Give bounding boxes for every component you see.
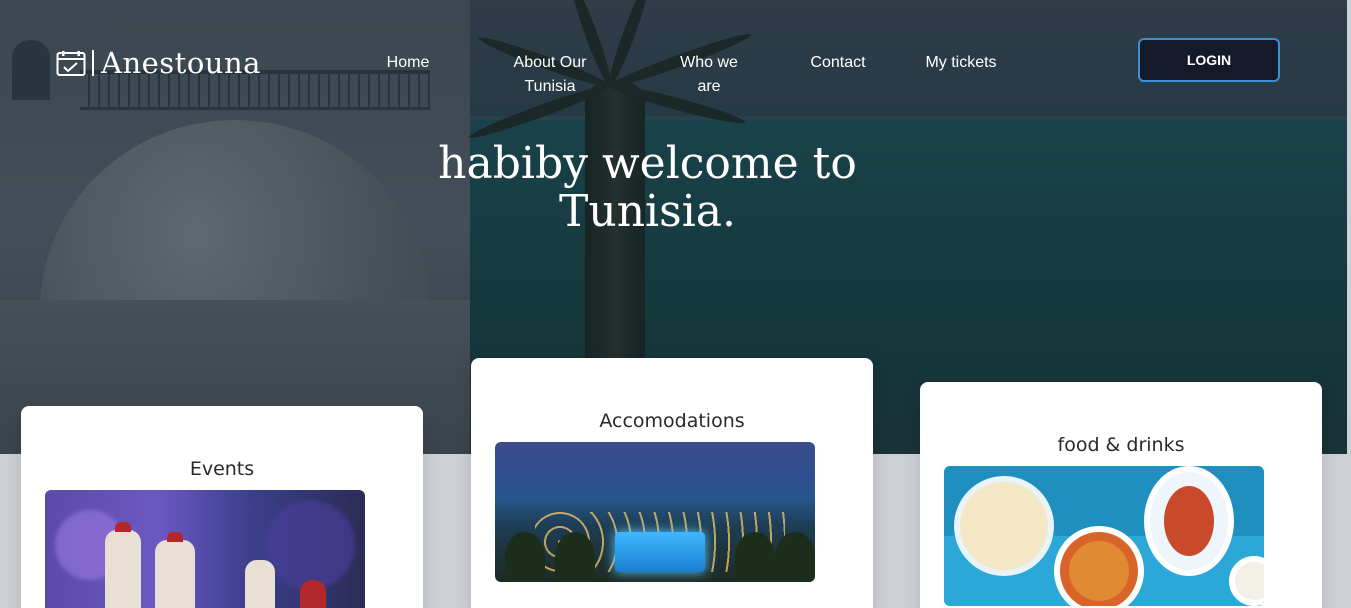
card-title: food & drinks	[1057, 434, 1185, 456]
events-image	[45, 490, 365, 608]
accomodations-image	[495, 442, 815, 582]
hero-title: habiby welcome to Tunisia.	[438, 138, 857, 237]
ticket-calendar-icon	[56, 50, 86, 76]
nav-about-our-tunisia[interactable]: About Our Tunisia	[505, 51, 595, 99]
card-title: Events	[189, 458, 255, 480]
nav-my-tickets[interactable]: My tickets	[925, 51, 997, 75]
card-accomodations[interactable]: Accomodations	[471, 358, 873, 608]
logo-divider	[92, 50, 94, 76]
food-drinks-image	[944, 466, 1264, 606]
card-events[interactable]: Events	[21, 406, 423, 608]
brand-name: Anestouna	[101, 46, 261, 80]
card-food-drinks[interactable]: food & drinks	[920, 382, 1322, 608]
nav-contact[interactable]: Contact	[803, 51, 873, 75]
nav-home[interactable]: Home	[378, 51, 438, 75]
brand-logo[interactable]: Anestouna	[56, 46, 261, 80]
nav-who-we-are[interactable]: Who we are	[670, 51, 748, 99]
login-button[interactable]: LOGIN	[1138, 38, 1280, 82]
card-title: Accomodations	[599, 410, 745, 432]
